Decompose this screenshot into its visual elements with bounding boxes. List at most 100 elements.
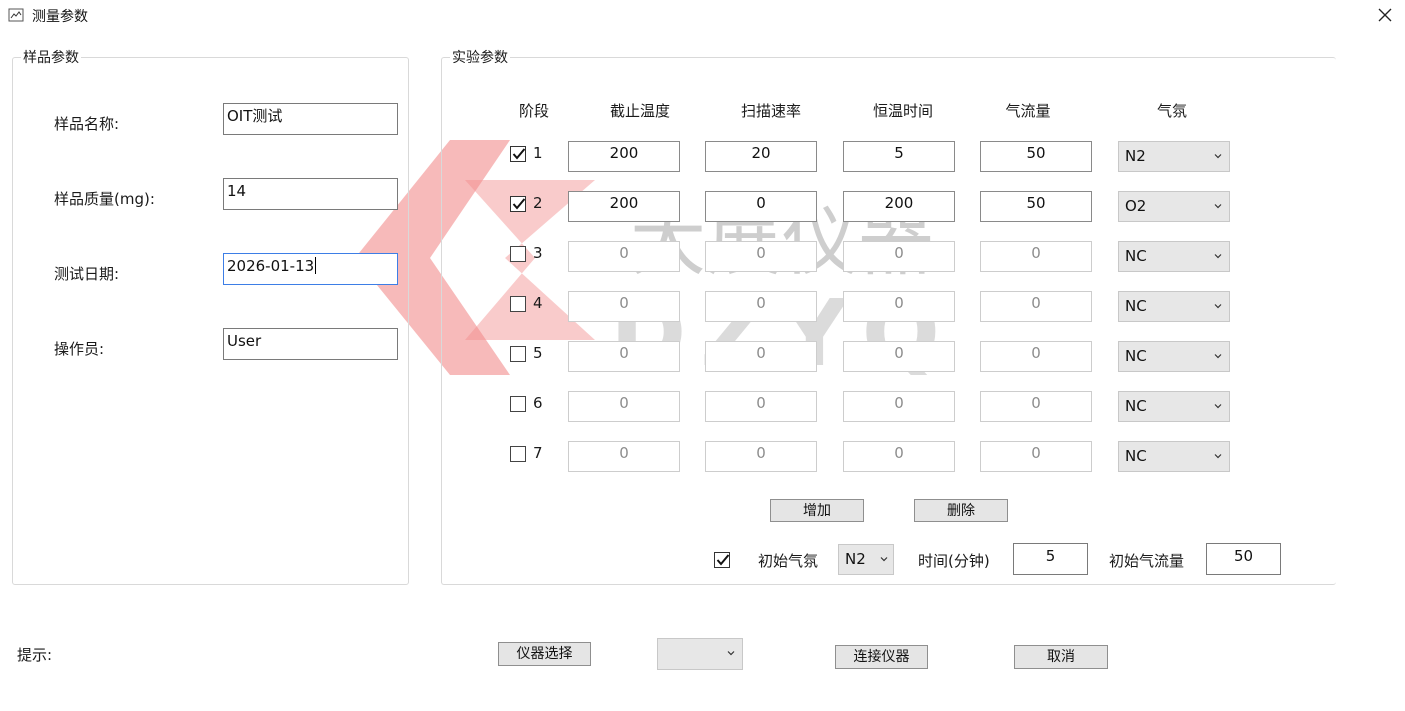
initial-time-input[interactable]: 5 xyxy=(1013,543,1088,575)
stage-end-temp-input[interactable]: 0 xyxy=(568,241,680,272)
initial-flow-input[interactable]: 50 xyxy=(1206,543,1281,575)
stage-end-temp-input[interactable]: 200 xyxy=(568,141,680,172)
cancel-button[interactable]: 取消 xyxy=(1014,645,1108,669)
stage-scan-rate-input[interactable]: 0 xyxy=(705,191,817,222)
stage-end-temp-input[interactable]: 0 xyxy=(568,441,680,472)
stage-hold-time-input[interactable]: 0 xyxy=(843,241,955,272)
stage-atmosphere-value: NC xyxy=(1125,247,1147,265)
stage-gas-flow-input[interactable]: 0 xyxy=(980,241,1092,272)
test-date-label: 测试日期: xyxy=(54,265,120,283)
stage-atmosphere-select[interactable]: O2 xyxy=(1118,191,1230,222)
col-header-end-temp: 截止温度 xyxy=(609,102,670,120)
stage-checkbox[interactable] xyxy=(510,346,526,362)
stage-gas-flow-input[interactable]: 0 xyxy=(980,441,1092,472)
stage-checkbox[interactable] xyxy=(510,246,526,262)
sample-params-group: 样品参数 xyxy=(12,49,409,585)
title-bar: 测量参数 xyxy=(0,0,1405,32)
chevron-down-icon xyxy=(1214,154,1222,159)
stage-atmosphere-select[interactable]: NC xyxy=(1118,291,1230,322)
stage-atmosphere-value: NC xyxy=(1125,297,1147,315)
chevron-down-icon xyxy=(1214,254,1222,259)
stage-checkbox[interactable] xyxy=(510,396,526,412)
sample-params-title: 样品参数 xyxy=(21,49,81,67)
stage-scan-rate-input[interactable]: 0 xyxy=(705,391,817,422)
initial-atmosphere-value: N2 xyxy=(845,550,866,568)
stage-hold-time-input[interactable]: 0 xyxy=(843,441,955,472)
stage-number: 6 xyxy=(533,394,543,412)
stage-gas-flow-input[interactable]: 0 xyxy=(980,341,1092,372)
initial-gas-checkbox[interactable] xyxy=(714,552,730,568)
chevron-down-icon xyxy=(727,651,735,656)
instrument-select-button[interactable]: 仪器选择 xyxy=(498,642,591,666)
stage-hold-time-input[interactable]: 200 xyxy=(843,191,955,222)
sample-mass-input[interactable]: 14 xyxy=(223,178,398,210)
stage-scan-rate-input[interactable]: 0 xyxy=(705,441,817,472)
checkmark-icon xyxy=(512,148,526,160)
time-minutes-label: 时间(分钟) xyxy=(918,552,990,570)
test-date-value: 2026-01-13 xyxy=(227,257,315,275)
sample-name-input[interactable]: OIT测试 xyxy=(223,103,398,135)
initial-atmosphere-label: 初始气氛 xyxy=(758,552,819,570)
checkmark-icon xyxy=(716,554,730,566)
hint-label: 提示: xyxy=(17,646,53,664)
col-header-gas-flow: 气流量 xyxy=(1005,102,1051,120)
chevron-down-icon xyxy=(1214,404,1222,409)
close-button[interactable] xyxy=(1370,2,1400,28)
stage-gas-flow-input[interactable]: 50 xyxy=(980,191,1092,222)
col-header-stage: 阶段 xyxy=(518,102,549,120)
stage-number: 7 xyxy=(533,444,543,462)
chevron-down-icon xyxy=(1214,204,1222,209)
delete-stage-button[interactable]: 删除 xyxy=(914,499,1008,522)
stage-gas-flow-input[interactable]: 0 xyxy=(980,391,1092,422)
stage-atmosphere-select[interactable]: NC xyxy=(1118,241,1230,272)
stage-atmosphere-select[interactable]: NC xyxy=(1118,341,1230,372)
stage-end-temp-input[interactable]: 0 xyxy=(568,291,680,322)
stage-atmosphere-select[interactable]: N2 xyxy=(1118,141,1230,172)
stage-scan-rate-input[interactable]: 0 xyxy=(705,241,817,272)
stage-number: 2 xyxy=(533,194,543,212)
connect-instrument-button[interactable]: 连接仪器 xyxy=(835,645,928,669)
text-caret xyxy=(315,257,317,274)
stage-hold-time-input[interactable]: 0 xyxy=(843,341,955,372)
initial-atmosphere-select[interactable]: N2 xyxy=(838,544,894,575)
col-header-hold-time: 恒温时间 xyxy=(872,102,933,120)
stage-scan-rate-input[interactable]: 0 xyxy=(705,341,817,372)
stage-end-temp-input[interactable]: 200 xyxy=(568,191,680,222)
stage-gas-flow-input[interactable]: 0 xyxy=(980,291,1092,322)
add-stage-button[interactable]: 增加 xyxy=(770,499,864,522)
checkmark-icon xyxy=(512,198,526,210)
chevron-down-icon xyxy=(1214,454,1222,459)
stage-scan-rate-input[interactable]: 0 xyxy=(705,291,817,322)
chevron-down-icon xyxy=(880,557,888,562)
stage-checkbox[interactable] xyxy=(510,446,526,462)
test-date-input[interactable]: 2026-01-13 xyxy=(223,253,398,285)
sample-name-label: 样品名称: xyxy=(54,115,120,133)
sample-mass-label: 样品质量(mg): xyxy=(54,190,155,208)
stage-hold-time-input[interactable]: 0 xyxy=(843,391,955,422)
stage-checkbox[interactable] xyxy=(510,146,526,162)
experiment-params-title: 实验参数 xyxy=(450,49,510,67)
col-header-atmosphere: 气氛 xyxy=(1156,102,1187,120)
initial-flow-label: 初始气流量 xyxy=(1109,552,1185,570)
stage-end-temp-input[interactable]: 0 xyxy=(568,341,680,372)
stage-hold-time-input[interactable]: 5 xyxy=(843,141,955,172)
stage-atmosphere-value: NC xyxy=(1125,447,1147,465)
chevron-down-icon xyxy=(1214,354,1222,359)
stage-atmosphere-select[interactable]: NC xyxy=(1118,441,1230,472)
stage-gas-flow-input[interactable]: 50 xyxy=(980,141,1092,172)
stage-checkbox[interactable] xyxy=(510,196,526,212)
stage-number: 3 xyxy=(533,244,543,262)
stage-end-temp-input[interactable]: 0 xyxy=(568,391,680,422)
instrument-combo[interactable] xyxy=(657,638,743,670)
stage-hold-time-input[interactable]: 0 xyxy=(843,291,955,322)
operator-input[interactable]: User xyxy=(223,328,398,360)
app-icon xyxy=(8,7,24,23)
stage-atmosphere-value: NC xyxy=(1125,397,1147,415)
chevron-down-icon xyxy=(1214,304,1222,309)
stage-scan-rate-input[interactable]: 20 xyxy=(705,141,817,172)
stage-atmosphere-value: O2 xyxy=(1125,197,1147,215)
window-title: 测量参数 xyxy=(32,9,88,25)
stage-atmosphere-select[interactable]: NC xyxy=(1118,391,1230,422)
stage-atmosphere-value: NC xyxy=(1125,347,1147,365)
stage-checkbox[interactable] xyxy=(510,296,526,312)
